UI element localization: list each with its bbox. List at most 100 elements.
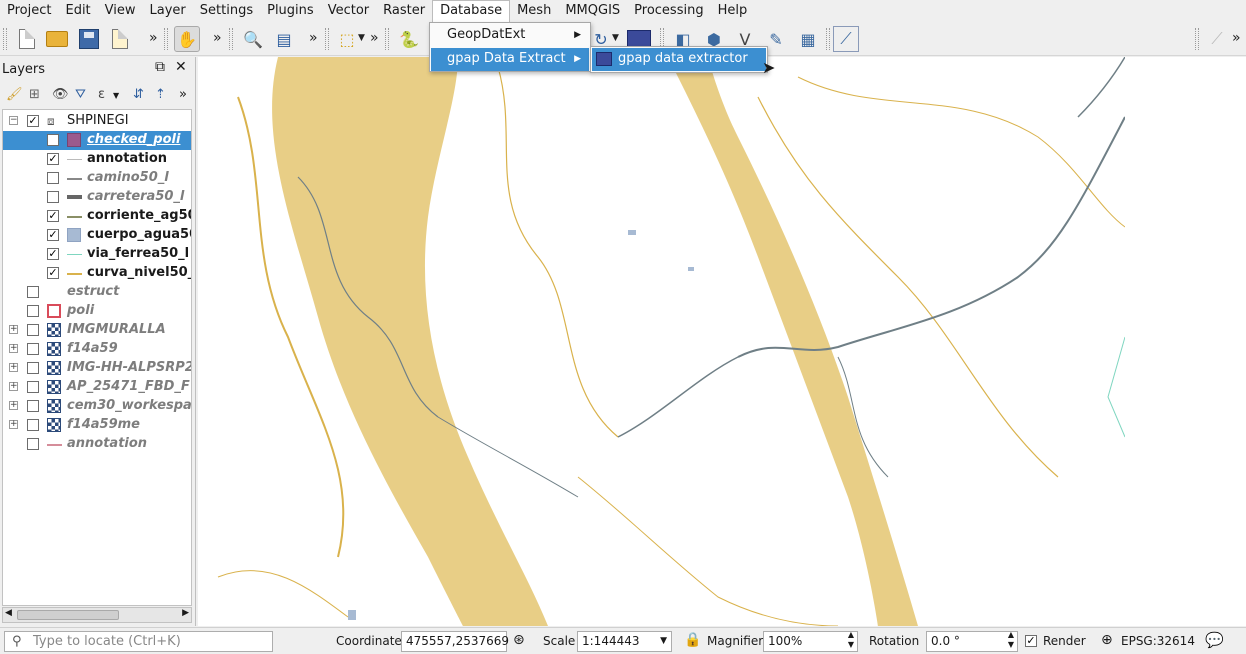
layer-visibility-checkbox[interactable] bbox=[27, 400, 39, 412]
menu-item-gpap-data-extract[interactable]: gpap Data Extract ▶ bbox=[431, 48, 589, 71]
scrollbar-thumb[interactable] bbox=[17, 610, 119, 620]
layer-visibility-checkbox[interactable]: ✓ bbox=[47, 229, 59, 241]
collapse-all-icon[interactable]: ⇡ bbox=[155, 87, 166, 102]
expand-icon[interactable]: + bbox=[9, 401, 18, 410]
expand-icon[interactable]: + bbox=[9, 420, 18, 429]
layer-visibility-checkbox[interactable] bbox=[47, 172, 59, 184]
layer-visibility-checkbox[interactable]: ✓ bbox=[27, 115, 39, 127]
layer-visibility-checkbox[interactable] bbox=[27, 305, 39, 317]
add-group-icon[interactable]: ⊞ bbox=[29, 87, 40, 102]
chevron-down-icon[interactable]: ▼ bbox=[612, 33, 619, 43]
layer-visibility-checkbox[interactable]: ✓ bbox=[47, 267, 59, 279]
new-project-icon[interactable] bbox=[14, 26, 40, 52]
chevron-down-icon[interactable]: ▼ bbox=[113, 91, 119, 100]
save-project-icon[interactable] bbox=[76, 26, 102, 52]
pan-hand-icon[interactable]: ✋ bbox=[174, 26, 200, 52]
menu-mmqgis[interactable]: MMQGIS bbox=[558, 0, 627, 22]
layer-visibility-checkbox[interactable] bbox=[27, 324, 39, 336]
lock-icon[interactable]: 🔒 bbox=[684, 632, 701, 648]
expand-icon[interactable]: − bbox=[9, 116, 18, 125]
filter-icon[interactable]: ⛛ bbox=[75, 87, 86, 102]
toolbar-overflow-chevron-icon[interactable]: » bbox=[179, 87, 187, 102]
layer-row[interactable]: + IMGMURALLA bbox=[3, 321, 191, 340]
menu-edit[interactable]: Edit bbox=[58, 0, 97, 22]
magnifier-spinbox[interactable]: 100% ▲ ▼ bbox=[763, 630, 858, 652]
coordinate-field[interactable]: 475557,2537669 bbox=[401, 631, 509, 652]
toolbar-overflow-chevron-icon[interactable]: » bbox=[1232, 30, 1241, 46]
layer-visibility-checkbox[interactable] bbox=[47, 191, 59, 203]
menu-processing[interactable]: Processing bbox=[627, 0, 710, 22]
spin-arrows-icon[interactable]: ▲ ▼ bbox=[848, 630, 854, 650]
menu-layer[interactable]: Layer bbox=[143, 0, 193, 22]
map-canvas[interactable] bbox=[198, 57, 1246, 626]
layer-row[interactable]: checked_poli bbox=[3, 131, 191, 150]
layer-visibility-checkbox[interactable]: ✓ bbox=[47, 210, 59, 222]
toolbar-overflow-chevron-icon[interactable]: » bbox=[309, 30, 318, 46]
messages-icon[interactable]: 💬 bbox=[1205, 631, 1224, 649]
layer-row[interactable]: poli bbox=[3, 302, 191, 321]
toolbar-overflow-chevron-icon[interactable]: » bbox=[370, 30, 379, 46]
toolbar-handle[interactable] bbox=[164, 28, 168, 50]
layer-row[interactable]: + f14a59me bbox=[3, 416, 191, 435]
layer-row[interactable]: ✓ curva_nivel50_ bbox=[3, 264, 191, 283]
rotation-spinbox[interactable]: 0.0 ° ▲ ▼ bbox=[926, 630, 1018, 652]
style-layer-icon[interactable]: 🖌 bbox=[6, 87, 23, 102]
expand-icon[interactable]: + bbox=[9, 363, 18, 372]
locator-search-input[interactable]: ⚲ Type to locate (Ctrl+K) bbox=[4, 631, 273, 652]
visibility-eye-icon[interactable]: 👁 bbox=[52, 87, 69, 102]
layer-row[interactable]: ✓ cuerpo_agua50 bbox=[3, 226, 191, 245]
toolbar-overflow-chevron-icon[interactable]: » bbox=[213, 30, 222, 46]
layer-row[interactable]: ✓ corriente_ag50 bbox=[3, 207, 191, 226]
toolbar-handle[interactable] bbox=[1195, 28, 1199, 50]
layer-visibility-checkbox[interactable]: ✓ bbox=[47, 153, 59, 165]
select-features-icon[interactable]: ⬚ bbox=[334, 26, 360, 52]
menu-project[interactable]: Project bbox=[0, 0, 58, 22]
globe-icon[interactable]: ⊕ bbox=[1101, 632, 1113, 648]
expand-icon[interactable]: + bbox=[9, 325, 18, 334]
menu-item-geopdatext[interactable]: GeopDatExt ▶ bbox=[431, 24, 589, 47]
float-panel-icon[interactable]: ⧉ bbox=[155, 59, 165, 75]
spin-arrows-icon[interactable]: ▲ ▼ bbox=[1008, 630, 1014, 650]
toolbar-handle[interactable] bbox=[3, 28, 7, 50]
layer-row[interactable]: annotation bbox=[3, 435, 191, 454]
save-as-icon[interactable] bbox=[107, 26, 133, 52]
layer-row[interactable]: + IMG-HH-ALPSRP2 bbox=[3, 359, 191, 378]
scroll-right-icon[interactable]: ▶ bbox=[182, 608, 189, 618]
layer-visibility-checkbox[interactable] bbox=[27, 419, 39, 431]
expand-all-icon[interactable]: ⇵ bbox=[133, 87, 144, 102]
scale-combobox[interactable]: 1:144443 ▼ bbox=[577, 631, 672, 652]
layer-visibility-checkbox[interactable] bbox=[27, 343, 39, 355]
horizontal-scrollbar[interactable]: ◀ ▶ bbox=[2, 607, 192, 623]
layer-visibility-checkbox[interactable]: ✓ bbox=[47, 248, 59, 260]
layer-row[interactable]: + AP_25471_FBD_F bbox=[3, 378, 191, 397]
menu-database[interactable]: Database bbox=[432, 0, 511, 23]
menu-settings[interactable]: Settings bbox=[193, 0, 260, 22]
scroll-left-icon[interactable]: ◀ bbox=[5, 608, 12, 618]
layer-visibility-checkbox[interactable] bbox=[27, 362, 39, 374]
layer-visibility-checkbox[interactable] bbox=[27, 381, 39, 393]
expand-icon[interactable]: + bbox=[9, 344, 18, 353]
expand-icon[interactable]: + bbox=[9, 382, 18, 391]
chevron-down-icon[interactable]: ▼ bbox=[358, 33, 365, 43]
open-project-icon[interactable] bbox=[44, 26, 70, 52]
layer-row[interactable]: carretera50_l bbox=[3, 188, 191, 207]
menu-mesh[interactable]: Mesh bbox=[510, 0, 558, 22]
layer-row[interactable]: camino50_l bbox=[3, 169, 191, 188]
menu-plugins[interactable]: Plugins bbox=[260, 0, 321, 22]
toolbar-handle[interactable] bbox=[385, 28, 389, 50]
identify-icon[interactable]: 🔍 bbox=[240, 26, 266, 52]
menu-vector[interactable]: Vector bbox=[321, 0, 376, 22]
toolbar-handle[interactable] bbox=[325, 28, 329, 50]
crs-button[interactable]: EPSG:32614 bbox=[1121, 634, 1195, 648]
layer-row[interactable]: ✓ annotation bbox=[3, 150, 191, 169]
menu-view[interactable]: View bbox=[98, 0, 143, 22]
add-raster-icon[interactable]: ▦ bbox=[795, 26, 821, 52]
toolbar-handle[interactable] bbox=[826, 28, 830, 50]
layer-visibility-checkbox[interactable] bbox=[47, 134, 59, 146]
toolbar-handle[interactable] bbox=[229, 28, 233, 50]
menu-raster[interactable]: Raster bbox=[376, 0, 432, 22]
layer-row[interactable]: estruct bbox=[3, 283, 191, 302]
layer-visibility-checkbox[interactable] bbox=[27, 286, 39, 298]
menu-help[interactable]: Help bbox=[711, 0, 755, 22]
menu-item-gpap-data-extractor[interactable]: gpap data extractor bbox=[592, 48, 766, 71]
